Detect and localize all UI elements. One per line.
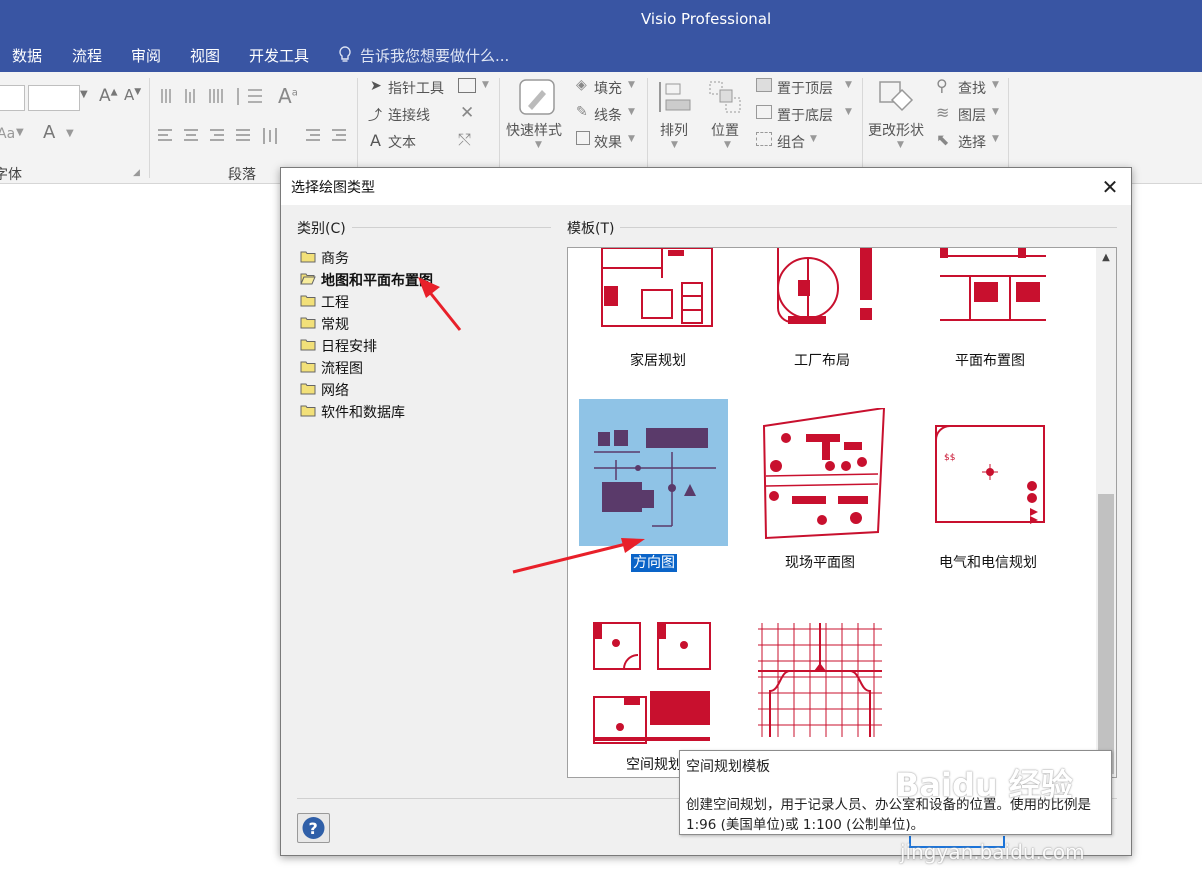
watermark-url: jingyan.baidu.com xyxy=(900,840,1085,864)
arrow-to-template xyxy=(512,538,645,574)
arrow-to-category xyxy=(418,277,462,331)
watermark-logo: Baidu 经验 xyxy=(895,766,1073,804)
